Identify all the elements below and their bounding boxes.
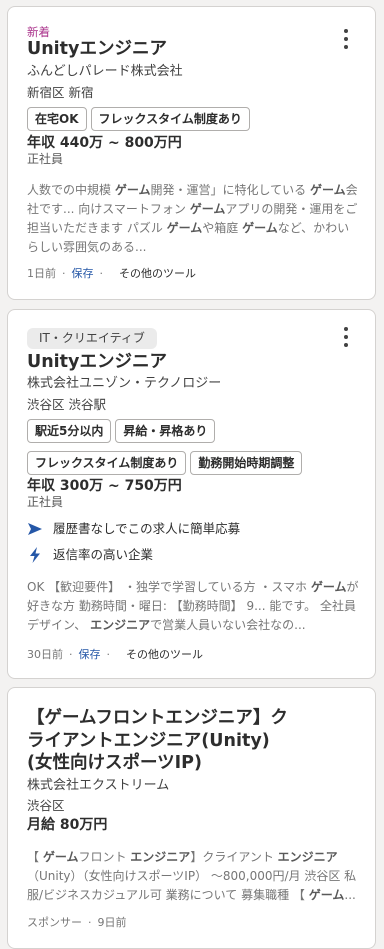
salary: 年収 300万 ~ 750万円 bbox=[27, 478, 182, 494]
job-snippet: OK 【歓迎要件】 ・独学で学習している方 ・スマホ ゲームが好きな方 勤務時間… bbox=[27, 578, 359, 635]
card-footer: 1日前 · 保存 · その他のツール bbox=[27, 265, 196, 281]
employment-type: 正社員 bbox=[27, 152, 64, 166]
job-title[interactable]: Unityエンジニア bbox=[27, 350, 167, 374]
salary: 年収 440万 ~ 800万円 bbox=[27, 135, 182, 151]
more-tools-button[interactable]: その他のツール bbox=[126, 646, 203, 662]
job-card[interactable]: 新着 Unityエンジニア ふんどしパレード株式会社 新宿区 新宿 在宅OK フ… bbox=[7, 6, 376, 300]
snippet-text: 開発・運営」に特化している bbox=[150, 183, 310, 197]
snippet-text: フロント bbox=[78, 850, 131, 864]
snippet-keyword: ゲーム bbox=[310, 580, 347, 594]
snippet-keyword: ゲーム bbox=[308, 888, 345, 902]
job-location: 渋谷区 bbox=[27, 798, 65, 813]
more-options-icon[interactable] bbox=[339, 29, 353, 49]
snippet-keyword: ゲーム bbox=[166, 221, 203, 235]
job-snippet: 【 ゲームフロント エンジニア】クライアント エンジニア（Unity）（女性向け… bbox=[27, 848, 359, 905]
company-name: 株式会社ユニゾン・テクノロジー bbox=[27, 376, 222, 391]
send-arrow-icon bbox=[28, 523, 42, 535]
snippet-text: 【 bbox=[27, 850, 43, 864]
posted-date: 1日前 bbox=[27, 267, 56, 280]
snippet-text: 人数での中規模 bbox=[27, 183, 115, 197]
snippet-keyword: エンジニア bbox=[90, 618, 151, 632]
more-tools-button[interactable]: その他のツール bbox=[119, 265, 196, 281]
tag-list: 駅近5分以内 昇給・昇格あり bbox=[27, 419, 216, 443]
snippet-keyword: ゲーム bbox=[242, 221, 278, 235]
feature-text: 履歴書なしでこの求人に簡単応募 bbox=[53, 521, 241, 536]
tag: 駅近5分以内 bbox=[27, 419, 112, 443]
snippet-text: （Unity）（女性向けスポーツIP） 〜800,000円/月 渋谷区 私服/ビ… bbox=[27, 869, 357, 902]
fast-response-feature: 返信率の高い企業 bbox=[27, 544, 153, 566]
posted-date: 9日前 bbox=[97, 916, 127, 929]
tag: 在宅OK bbox=[27, 107, 87, 131]
tag-list: フレックスタイム制度あり 勤務開始時期調整 bbox=[27, 451, 303, 475]
job-location: 新宿区 新宿 bbox=[27, 85, 94, 100]
tag: フレックスタイム制度あり bbox=[90, 107, 250, 131]
job-card[interactable]: IT・クリエイティブ Unityエンジニア 株式会社ユニゾン・テクノロジー 渋谷… bbox=[7, 309, 376, 679]
posted-date: 30日前 bbox=[27, 648, 63, 661]
more-options-icon[interactable] bbox=[339, 327, 353, 347]
tag: 昇給・昇格あり bbox=[115, 419, 216, 443]
job-title[interactable]: Unityエンジニア bbox=[27, 37, 167, 61]
tag: フレックスタイム制度あり bbox=[27, 451, 187, 475]
save-button[interactable]: 保存 bbox=[79, 646, 101, 662]
snippet-keyword: ゲーム bbox=[114, 183, 151, 197]
snippet-text: ... bbox=[344, 888, 356, 902]
sponsored-label: スポンサー bbox=[27, 916, 82, 929]
job-snippet: 人数での中規模 ゲーム開発・運営」に特化している ゲーム会社です... 向けスマ… bbox=[27, 181, 359, 257]
category-badge: IT・クリエイティブ bbox=[27, 328, 157, 349]
company-name: ふんどしパレード株式会社 bbox=[27, 64, 183, 79]
job-card[interactable]: 【ゲームフロントエンジニア】クライアントエンジニア(Unity)(女性向けスポー… bbox=[7, 687, 376, 949]
snippet-keyword: エンジニア bbox=[277, 850, 338, 864]
snippet-text: や箱庭 bbox=[202, 221, 243, 235]
job-title[interactable]: 【ゲームフロントエンジニア】クライアントエンジニア(Unity)(女性向けスポー… bbox=[27, 707, 295, 775]
snippet-keyword: ゲーム bbox=[309, 183, 346, 197]
snippet-keyword: エンジニア bbox=[130, 850, 191, 864]
easy-apply-feature: 履歴書なしでこの求人に簡単応募 bbox=[27, 518, 240, 540]
card-footer: スポンサー · 9日前 bbox=[27, 915, 127, 930]
tag-list: 在宅OK フレックスタイム制度あり bbox=[27, 107, 250, 131]
job-location: 渋谷区 渋谷駅 bbox=[27, 397, 106, 412]
employment-type: 正社員 bbox=[27, 495, 64, 509]
snippet-text: OK 【歓迎要件】 ・独学で学習している方 ・スマホ bbox=[27, 580, 311, 594]
snippet-text: で営業人員いない会社なの... bbox=[150, 618, 306, 632]
salary: 月給 80万円 bbox=[27, 817, 108, 833]
snippet-text: 】クライアント bbox=[190, 850, 278, 864]
tag: 勤務開始時期調整 bbox=[190, 451, 303, 475]
save-button[interactable]: 保存 bbox=[72, 265, 94, 281]
company-name: 株式会社エクストリーム bbox=[27, 778, 170, 793]
card-footer: 30日前 · 保存 · その他のツール bbox=[27, 646, 203, 662]
lightning-icon bbox=[30, 547, 40, 563]
snippet-keyword: ゲーム bbox=[189, 202, 226, 216]
snippet-keyword: ゲーム bbox=[42, 850, 79, 864]
feature-text: 返信率の高い企業 bbox=[53, 547, 154, 562]
